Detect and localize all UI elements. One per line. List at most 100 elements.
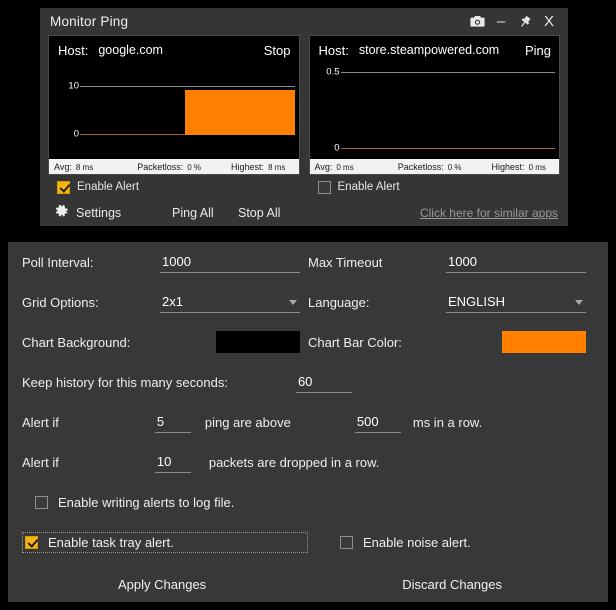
language-select[interactable] <box>446 292 586 313</box>
stat-avg-label: Avg: <box>54 162 72 172</box>
settings-button[interactable]: Settings <box>54 204 172 222</box>
task-tray-label[interactable]: Enable task tray alert. <box>48 535 174 550</box>
stat-highest-label: Highest: <box>231 162 264 172</box>
task-tray-checkbox[interactable] <box>25 536 38 549</box>
ping-chart-steam: 0.5 0 <box>310 64 560 159</box>
enable-alert-row: Enable Alert <box>48 175 300 199</box>
stop-all-button[interactable]: Stop All <box>238 206 280 220</box>
minimize-button[interactable]: – <box>490 12 512 32</box>
enable-alert-checkbox[interactable] <box>318 181 331 194</box>
grid-options-group: Grid Options: <box>22 292 308 313</box>
gear-icon <box>54 204 69 222</box>
stat-avg-value: 8 ms <box>76 163 93 172</box>
y-tick-0: 0 <box>51 129 79 140</box>
grid-language-row: Grid Options: Language: <box>22 282 594 322</box>
panel-header: Host: google.com Stop <box>49 36 299 64</box>
noise-alert-label[interactable]: Enable noise alert. <box>363 535 471 550</box>
poll-interval-input[interactable] <box>160 252 300 273</box>
host-input[interactable]: store.steampowered.com <box>359 43 519 57</box>
stat-avg: Avg: 0 ms <box>315 162 354 172</box>
stat-avg: Avg: 8 ms <box>54 162 93 172</box>
language-value[interactable] <box>446 292 586 313</box>
alert-ping-row: Alert if ping are above ms in a row. <box>22 402 594 442</box>
stat-highest: Highest: 8 ms <box>231 162 285 172</box>
chart-background-swatch[interactable] <box>216 331 300 353</box>
host-input[interactable]: google.com <box>98 43 257 57</box>
history-label: Keep history for this many seconds: <box>22 375 228 390</box>
alert-drop-suffix-label: packets are dropped in a row. <box>209 455 380 470</box>
stat-highest-value: 0 ms <box>529 163 546 172</box>
ping-all-button[interactable]: Ping All <box>172 206 238 220</box>
stat-packetloss: Packetloss: 0 % <box>398 162 462 172</box>
stat-packetloss-label: Packetloss: <box>137 162 183 172</box>
enable-alert-row: Enable Alert <box>309 175 561 199</box>
chart-bar-color-group: Chart Bar Color: <box>308 331 594 353</box>
ping-panels: Host: google.com Stop 10 0 Avg: 8 ms <box>40 35 568 199</box>
stat-avg-value: 0 ms <box>336 163 353 172</box>
minimize-icon: – <box>497 14 505 29</box>
poll-interval-label: Poll Interval: <box>22 255 94 270</box>
alert-ping-suffix-label: ms in a row. <box>413 415 482 430</box>
ping-all-label: Ping All <box>172 206 214 220</box>
max-timeout-label: Max Timeout <box>308 255 382 270</box>
ping-panel-google: Host: google.com Stop 10 0 Avg: 8 ms <box>48 35 300 199</box>
y-tick-half: 0.5 <box>312 67 340 78</box>
noise-alert-checkbox[interactable] <box>340 536 353 549</box>
monitor-toolbar: Settings Ping All Stop All Click here fo… <box>40 199 568 226</box>
host-label: Host: <box>58 43 88 58</box>
pin-button[interactable] <box>514 12 536 32</box>
enable-alert-checkbox[interactable] <box>57 181 70 194</box>
chart-box: Host: google.com Stop 10 0 Avg: 8 ms <box>48 35 300 175</box>
ping-chart-google: 10 0 <box>49 64 299 159</box>
close-icon: X <box>544 14 554 29</box>
tray-noise-row: Enable task tray alert. Enable noise ale… <box>22 522 594 562</box>
stats-bar: Avg: 8 ms Packetloss: 0 % Highest: 8 ms <box>49 159 299 174</box>
panel-header: Host: store.steampowered.com Ping <box>310 36 560 64</box>
discard-changes-button[interactable]: Discard Changes <box>402 577 502 592</box>
stat-packetloss-value: 0 % <box>448 163 462 172</box>
pushpin-icon <box>518 15 532 29</box>
alert-ping-prefix: Alert if <box>22 415 59 430</box>
close-button[interactable]: X <box>538 12 560 32</box>
enable-alert-label[interactable]: Enable Alert <box>77 181 139 193</box>
chart-background-label: Chart Background: <box>22 335 130 350</box>
log-file-label[interactable]: Enable writing alerts to log file. <box>58 495 234 510</box>
ping-button[interactable]: Ping <box>519 43 551 58</box>
stats-bar: Avg: 0 ms Packetloss: 0 % Highest: 0 ms <box>310 159 560 174</box>
settings-label: Settings <box>76 206 121 220</box>
stat-highest-value: 8 ms <box>268 163 285 172</box>
monitor-ping-window: Monitor Ping – <box>40 8 568 226</box>
max-timeout-input[interactable] <box>446 252 586 273</box>
alert-ping-mid-label: ping are above <box>205 415 291 430</box>
history-input[interactable] <box>296 372 352 393</box>
chart-gridline <box>341 72 556 73</box>
max-timeout-group: Max Timeout <box>308 252 594 273</box>
screenshot-button[interactable] <box>466 12 488 32</box>
chart-background-group: Chart Background: <box>22 331 308 353</box>
alert-drop-count-input[interactable] <box>155 452 191 473</box>
apply-changes-button[interactable]: Apply Changes <box>118 577 206 592</box>
ping-panel-steam: Host: store.steampowered.com Ping 0.5 0 … <box>309 35 561 199</box>
y-tick-10: 10 <box>51 81 79 92</box>
enable-alert-label[interactable]: Enable Alert <box>338 181 400 193</box>
similar-apps-link[interactable]: Click here for similar apps <box>420 206 558 220</box>
chart-bar-color-swatch[interactable] <box>502 331 586 353</box>
task-tray-group[interactable]: Enable task tray alert. <box>22 532 308 553</box>
grid-options-value[interactable] <box>160 292 300 313</box>
history-row: Keep history for this many seconds: <box>22 362 594 402</box>
poll-interval-group: Poll Interval: <box>22 252 308 273</box>
stop-button[interactable]: Stop <box>258 43 291 58</box>
log-file-checkbox[interactable] <box>35 496 48 509</box>
language-group: Language: <box>308 292 594 313</box>
alert-ping-count-input[interactable] <box>155 412 191 433</box>
window-title: Monitor Ping <box>50 14 464 29</box>
chart-area-fill <box>185 90 295 135</box>
grid-options-select[interactable] <box>160 292 300 313</box>
settings-panel: Poll Interval: Max Timeout Grid Options:… <box>8 242 608 602</box>
chart-baseline <box>341 148 556 149</box>
chart-bar-color-label: Chart Bar Color: <box>308 335 402 350</box>
alert-ping-ms-input[interactable] <box>355 412 401 433</box>
colors-row: Chart Background: Chart Bar Color: <box>22 322 594 362</box>
stat-avg-label: Avg: <box>315 162 333 172</box>
poll-interval-row: Poll Interval: Max Timeout <box>22 242 594 282</box>
